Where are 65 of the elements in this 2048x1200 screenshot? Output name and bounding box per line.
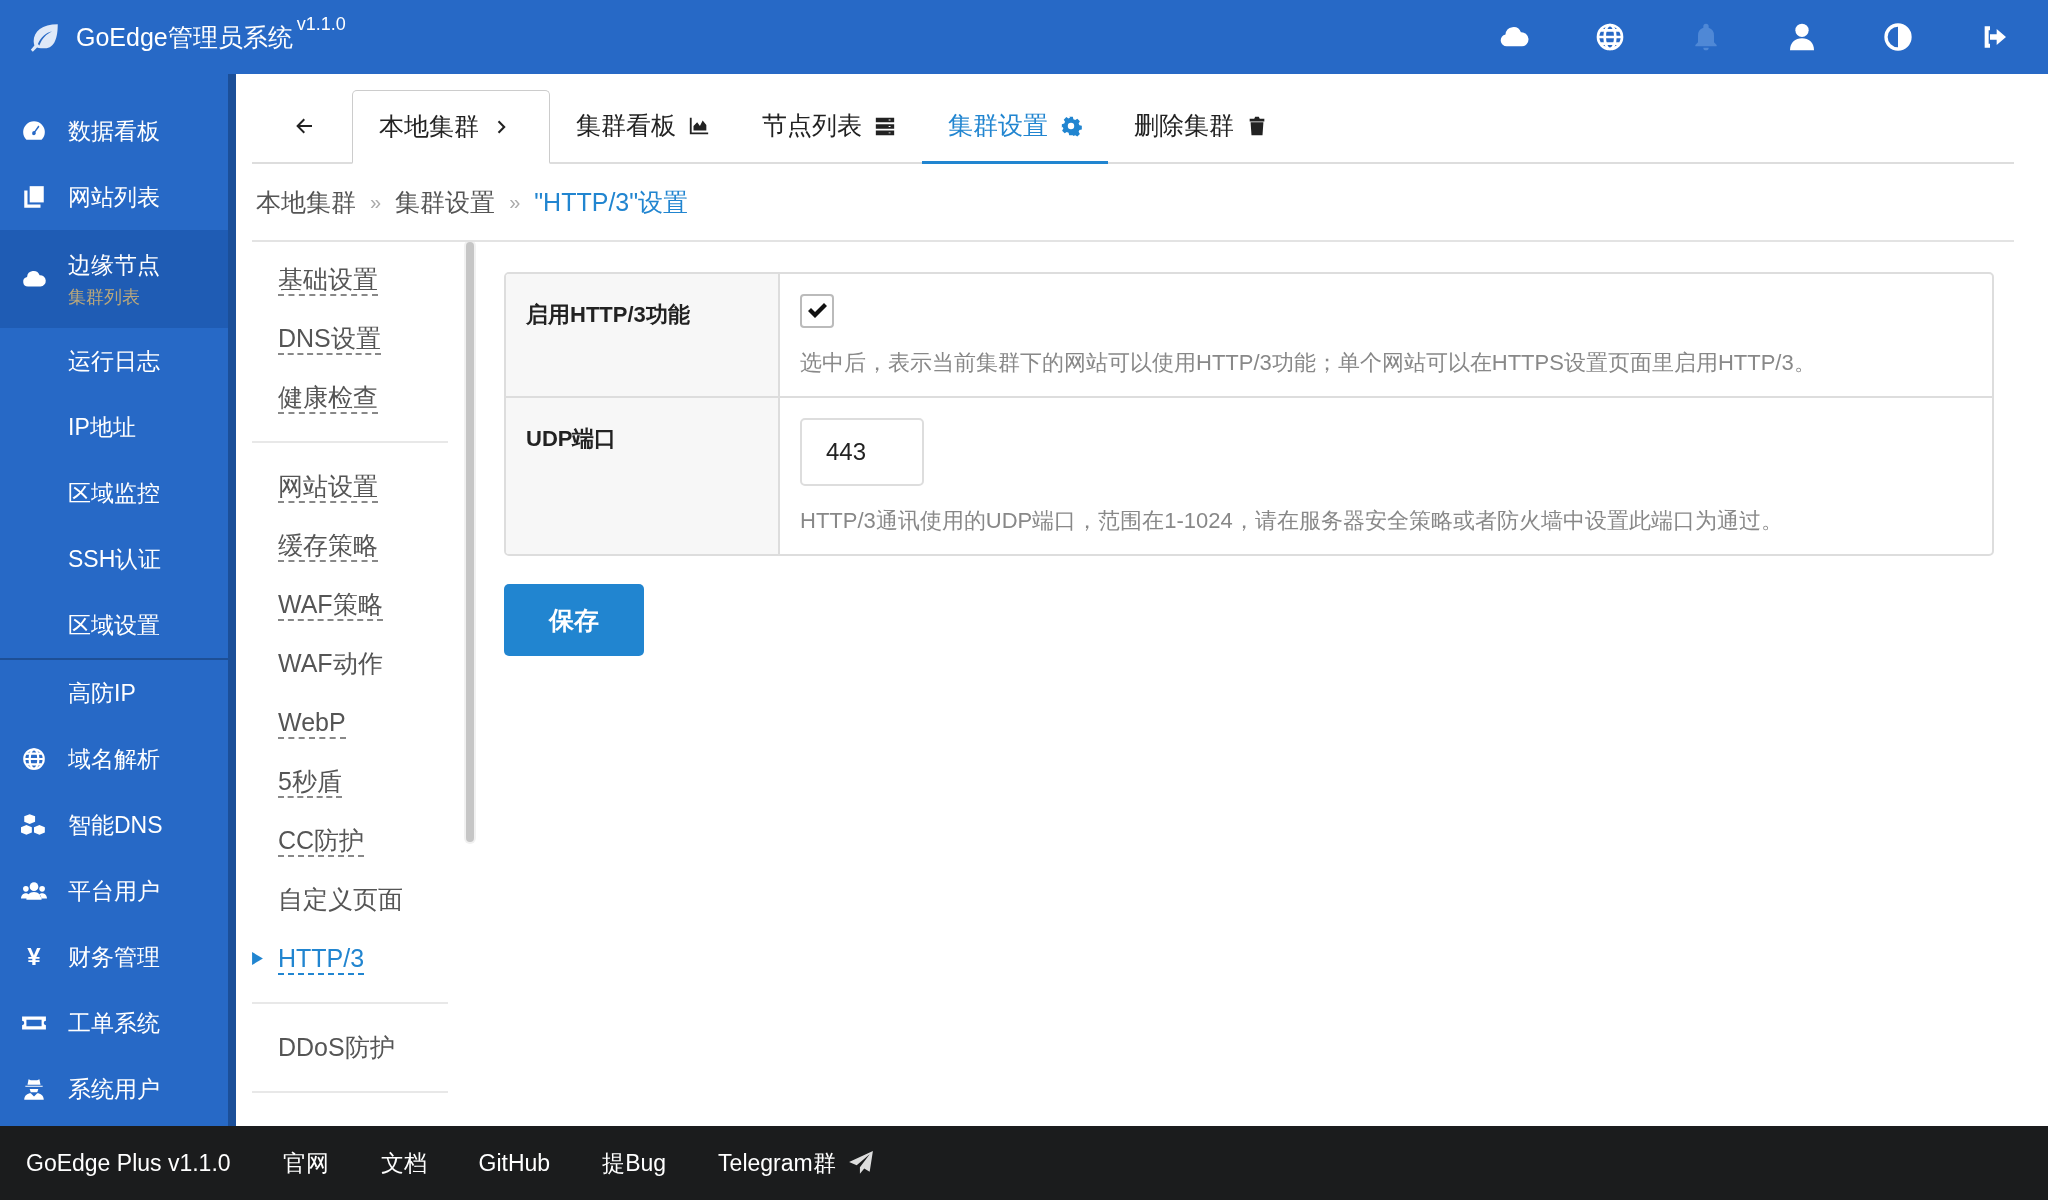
sidebar-item[interactable]: IP地址 bbox=[0, 394, 228, 460]
sidebar-item[interactable]: 区域设置 bbox=[0, 592, 228, 658]
menu-item[interactable]: DNS设置 bbox=[252, 309, 448, 368]
field-label: UDP端口 bbox=[506, 398, 780, 554]
sidebar-item[interactable]: 运行日志 bbox=[0, 328, 228, 394]
help-text: HTTP/3通讯使用的UDP端口，范围在1-1024，请在服务器安全策略或者防火墙中设置此端口为通过。 bbox=[800, 507, 1784, 535]
sidebar-subtitle: 集群列表 bbox=[68, 285, 141, 309]
menu-item[interactable]: CC防护 bbox=[252, 811, 448, 870]
copy-icon bbox=[21, 184, 47, 210]
app-title: GoEdge管理员系统 bbox=[76, 22, 293, 53]
menu-item[interactable]: 健康检查 bbox=[252, 368, 448, 427]
menu-item[interactable]: WAF动作 bbox=[252, 634, 448, 693]
menu-item[interactable]: 5秒盾 bbox=[252, 752, 448, 811]
input-field[interactable]: 443 bbox=[800, 418, 924, 486]
footer-link[interactable]: Telegram群 bbox=[718, 1147, 836, 1179]
footer-link[interactable]: GoEdge Plus v1.1.0 bbox=[26, 1149, 231, 1177]
footer-link[interactable]: 官网 bbox=[282, 1147, 329, 1179]
sidebar-item[interactable]: 工单系统 bbox=[0, 990, 228, 1056]
footer-link[interactable]: GitHub bbox=[478, 1149, 551, 1177]
menu-item[interactable]: DDoS防护 bbox=[252, 1018, 448, 1077]
menu-item[interactable]: WAF策略 bbox=[252, 575, 448, 634]
tab[interactable]: 删除集群 bbox=[1108, 90, 1294, 164]
scrollbar[interactable] bbox=[466, 242, 474, 842]
tab[interactable]: 集群设置 bbox=[922, 90, 1108, 164]
field-label: 启用HTTP/3功能 bbox=[506, 274, 780, 396]
sidebar-item[interactable]: 平台用户 bbox=[0, 858, 228, 924]
version-label: v1.1.0 bbox=[296, 14, 346, 35]
footer-link[interactable]: 文档 bbox=[380, 1147, 427, 1179]
breadcrumb-separator: » bbox=[370, 190, 382, 214]
menu-item[interactable]: 基础设置 bbox=[252, 250, 448, 309]
sidebar-item[interactable]: 系统用户 bbox=[0, 1056, 228, 1122]
menu-item[interactable]: HTTP/3 bbox=[252, 929, 448, 988]
cubes-icon bbox=[21, 812, 47, 838]
sidebar-item[interactable]: 网站列表 bbox=[0, 164, 228, 230]
breadcrumb-separator: » bbox=[509, 190, 521, 214]
checkbox[interactable] bbox=[800, 294, 834, 328]
sidebar-item[interactable]: SSH认证 bbox=[0, 526, 228, 592]
contrast-icon[interactable] bbox=[1882, 21, 1914, 53]
tab[interactable]: 节点列表 bbox=[736, 90, 922, 164]
breadcrumb-current: "HTTP/3"设置 bbox=[534, 186, 689, 218]
sidebar-item[interactable]: 高防IP bbox=[0, 660, 228, 726]
sidebar-item[interactable]: 区域监控 bbox=[0, 460, 228, 526]
breadcrumb-link[interactable]: 本地集群 bbox=[256, 185, 356, 219]
sidebar-item[interactable]: 域名解析 bbox=[0, 726, 228, 792]
footer-link[interactable]: 提Bug bbox=[602, 1147, 667, 1179]
paper-plane-icon[interactable] bbox=[847, 1150, 874, 1176]
sidebar-item[interactable]: 智能DNS bbox=[0, 792, 228, 858]
sidebar-item[interactable]: 边缘节点 集群列表 bbox=[0, 230, 228, 328]
tab[interactable]: 集群看板 bbox=[550, 90, 736, 164]
menu-item[interactable]: 自定义页面 bbox=[252, 870, 448, 929]
sidebar-item[interactable]: ¥ 财务管理 bbox=[0, 924, 228, 990]
breadcrumb-link[interactable]: 集群设置 bbox=[395, 185, 496, 219]
tab[interactable]: 本地集群 bbox=[352, 90, 550, 164]
scrollbar[interactable] bbox=[228, 74, 236, 1126]
menu-item[interactable]: 网站设置 bbox=[252, 457, 448, 516]
menu-item[interactable]: WebP bbox=[252, 693, 448, 752]
settings-icon bbox=[1060, 114, 1082, 137]
help-text: 选中后，表示当前集群下的网站可以使用HTTP/3功能；单个网站可以在HTTPS设置页面里启用HTTP/3。 bbox=[800, 349, 1817, 377]
globe-icon[interactable] bbox=[1594, 21, 1626, 53]
yen-icon: ¥ bbox=[27, 943, 41, 971]
menu-item[interactable]: 缓存策略 bbox=[252, 516, 448, 575]
globe-icon bbox=[21, 746, 47, 772]
save-button[interactable]: 保存 bbox=[504, 584, 644, 656]
pointer-icon bbox=[252, 952, 263, 965]
sidebar-item[interactable]: 数据看板 bbox=[0, 98, 228, 164]
